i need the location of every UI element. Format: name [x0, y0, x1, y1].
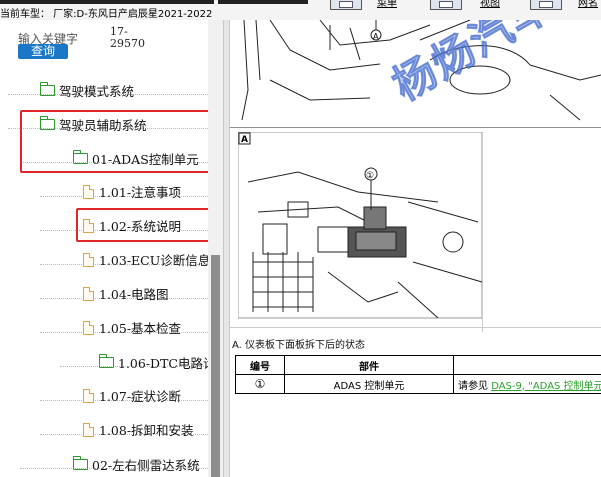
- highlight-box-driver-assist: [20, 110, 208, 173]
- tree-item-driving-mode[interactable]: 驾驶模式系统: [40, 81, 134, 100]
- sidebar-tree-panel: 输入关键字 查询 17- 29570 驾驶模式系统 驾驶员辅助系统 01-ADA…: [0, 20, 208, 477]
- tree-item-dtc-circuit[interactable]: 1.06-DTC电路诊: [99, 353, 208, 372]
- menu-icon[interactable]: [330, 0, 362, 10]
- content-divider: [482, 132, 483, 332]
- reference-link[interactable]: DAS-9, "ADAS 控制单元: [491, 381, 601, 392]
- tree-item-symptom-diagnosis[interactable]: 1.07-症状诊断: [83, 386, 181, 405]
- tree-item-removal-install[interactable]: 1.08-拆卸和安装: [83, 420, 194, 439]
- document-content: A A ① A. 仪表板下面板拆下后的状态 编号 部件 ① ADAS 控制单元 …: [230, 20, 601, 477]
- tree-item-circuit-diagram[interactable]: 1.04-电路图: [83, 284, 169, 303]
- tree-item-ecu-diagnosis[interactable]: 1.03-ECU诊断信息: [83, 250, 208, 269]
- table-cell-num: ①: [235, 374, 285, 394]
- folder-icon: [73, 456, 88, 470]
- document-icon: [83, 320, 94, 335]
- highlight-box-system-description: [76, 208, 208, 242]
- content-divider: [230, 327, 601, 328]
- top-bar: 当前车型： 厂家:D-东风日产启辰星2021-2022 菜单 视图 网名: [0, 0, 601, 20]
- pane-splitter[interactable]: [223, 20, 230, 477]
- tree-item-basic-inspection[interactable]: 1.05-基本检查: [83, 318, 181, 337]
- vin-code: 17- 29570: [110, 25, 145, 50]
- tree-item-precautions[interactable]: 1.01-注意事项: [83, 182, 181, 201]
- vehicle-label: 当前车型： 厂家:D-东风日产启辰星2021-2022: [0, 9, 213, 20]
- callout-1: ①: [366, 171, 374, 181]
- table-header-row: 编号 部件: [235, 355, 601, 375]
- figure-caption: A. 仪表板下面板拆下后的状态: [232, 340, 366, 351]
- callout-a-top: A: [373, 32, 379, 41]
- dark-strip: [218, 0, 308, 4]
- document-icon: [83, 286, 94, 301]
- table-header-ref: [453, 355, 601, 375]
- document-icon: [83, 184, 94, 199]
- sidebar-scrollbar-thumb[interactable]: [211, 255, 220, 477]
- view-button[interactable]: 视图: [480, 0, 500, 9]
- table-header-num: 编号: [235, 355, 285, 375]
- menu-button[interactable]: 菜单: [377, 0, 397, 9]
- document-icon: [83, 252, 94, 267]
- section-label-a: A: [241, 135, 248, 145]
- parts-table: 编号 部件 ① ADAS 控制单元 请参见 DAS-9, "ADAS 控制单元: [235, 355, 601, 394]
- document-icon: [83, 388, 94, 403]
- document-icon: [83, 422, 94, 437]
- view-icon[interactable]: [430, 0, 462, 10]
- table-header-part: 部件: [284, 355, 454, 375]
- folder-icon: [99, 354, 114, 368]
- tree-item-radar-system[interactable]: 02-左右侧雷达系统: [73, 455, 200, 474]
- table-cell-part: ADAS 控制单元: [284, 374, 454, 394]
- table-cell-ref: 请参见 DAS-9, "ADAS 控制单元: [453, 374, 601, 394]
- search-button[interactable]: 查询: [18, 44, 68, 59]
- website-button[interactable]: 网名: [578, 0, 598, 9]
- adas-location-illustration: A ①: [238, 132, 483, 319]
- dark-strip: [0, 0, 214, 4]
- folder-icon: [40, 82, 55, 96]
- table-row: ① ADAS 控制单元 请参见 DAS-9, "ADAS 控制单元: [235, 374, 601, 394]
- website-icon[interactable]: [530, 0, 562, 10]
